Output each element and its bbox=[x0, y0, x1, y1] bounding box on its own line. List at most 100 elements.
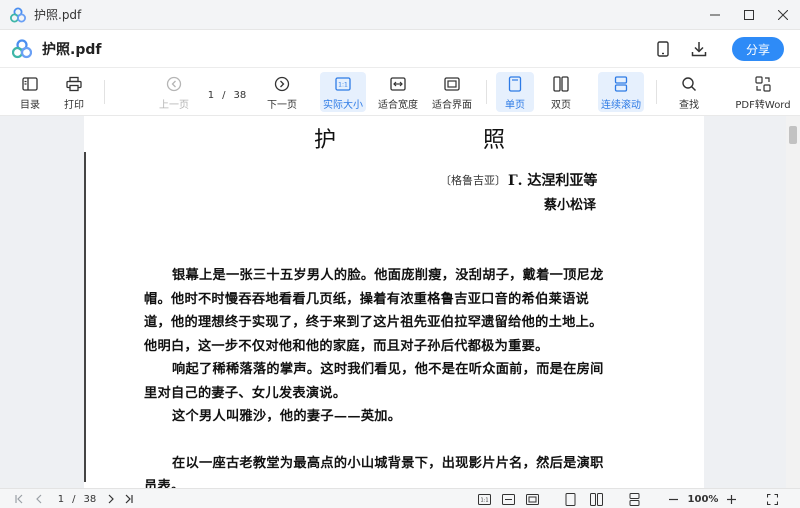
fit-page-button[interactable]: 适合界面 bbox=[430, 72, 474, 112]
chevron-right-circle-icon bbox=[274, 76, 290, 92]
zoom-in-button[interactable] bbox=[724, 489, 738, 508]
find-button[interactable]: 查找 bbox=[672, 72, 706, 112]
last-page-icon bbox=[125, 494, 133, 504]
chevron-right-icon bbox=[108, 494, 114, 504]
document-body: 银幕上是一张三十五岁男人的脸。他面庞削瘦，没刮胡子，戴着一顶尼龙帽。他时不时慢吞… bbox=[144, 264, 612, 488]
toolbar: 目录 打印 上一页 1 / 38 下一页 1:1 实际大小 适合宽度 适合界面 … bbox=[0, 68, 800, 116]
fit-width-label: 适合宽度 bbox=[378, 100, 418, 111]
continuous-scroll-icon bbox=[629, 492, 639, 506]
zoom-level[interactable]: 100% bbox=[684, 489, 722, 508]
single-page-button[interactable]: 单页 bbox=[496, 72, 534, 112]
fit-page-icon bbox=[444, 77, 460, 91]
fullscreen-icon bbox=[766, 493, 778, 505]
window-title: 护照.pdf bbox=[34, 8, 82, 22]
print-button[interactable]: 打印 bbox=[58, 72, 90, 112]
maximize-icon bbox=[744, 10, 754, 20]
toolbar-divider bbox=[104, 80, 105, 104]
paragraph: 响起了稀稀落落的掌声。这时我们看见，他不是在听众面前，而是在房间里对自己的妻子、… bbox=[144, 362, 604, 401]
total-pages: 38 bbox=[233, 89, 247, 101]
double-page-label: 双页 bbox=[551, 100, 571, 111]
paragraph: 在以一座古老教堂为最高点的小山城背景下，出现影片片名，然后是演职员表。 bbox=[144, 455, 604, 489]
continuous-scroll-small-button[interactable] bbox=[626, 489, 642, 508]
app-logo-icon bbox=[12, 38, 32, 58]
actual-size-icon: 1:1 bbox=[335, 77, 351, 91]
chevron-left-circle-icon bbox=[166, 76, 182, 92]
phone-icon bbox=[657, 41, 669, 57]
fit-page-icon bbox=[525, 493, 539, 505]
paragraph: 这个男人叫雅沙，他的妻子——英加。 bbox=[172, 409, 402, 424]
toc-label: 目录 bbox=[20, 100, 40, 111]
fullscreen-button[interactable] bbox=[764, 489, 780, 508]
fit-page-label: 适合界面 bbox=[432, 100, 472, 111]
author-name: Г. 达涅利亚等 bbox=[508, 173, 598, 189]
translator: 蔡小松译 bbox=[544, 198, 597, 213]
first-page-icon bbox=[15, 494, 23, 504]
current-page: 1 bbox=[207, 89, 215, 101]
page-number-input[interactable]: 1 / 38 bbox=[196, 86, 258, 104]
maximize-button[interactable] bbox=[732, 0, 766, 30]
mobile-view-button[interactable] bbox=[648, 34, 678, 64]
current-page: 1 bbox=[57, 493, 65, 505]
fit-width-icon bbox=[501, 493, 515, 505]
svg-text:1:1: 1:1 bbox=[338, 82, 348, 89]
download-button[interactable] bbox=[684, 34, 714, 64]
chevron-left-icon bbox=[36, 494, 42, 504]
actual-size-small-button[interactable]: 1:1 bbox=[476, 489, 492, 508]
prev-page-label: 上一页 bbox=[159, 100, 189, 111]
pdf-to-word-button[interactable]: PDF转Word bbox=[735, 72, 791, 112]
search-icon bbox=[682, 77, 697, 92]
first-page-button[interactable] bbox=[12, 489, 26, 508]
toc-icon bbox=[22, 77, 38, 91]
close-icon bbox=[778, 10, 788, 20]
vertical-scrollbar[interactable] bbox=[786, 116, 800, 488]
double-page-button[interactable]: 双页 bbox=[542, 72, 580, 112]
prev-page-button[interactable]: 上一页 bbox=[154, 72, 194, 112]
status-bar: 1 / 38 1:1 100% bbox=[0, 488, 800, 508]
total-pages: 38 bbox=[83, 493, 97, 505]
minus-icon bbox=[668, 498, 678, 500]
next-page-small-button[interactable] bbox=[104, 489, 118, 508]
document-viewer[interactable]: 护 照 〔格鲁吉亚〕 Г. 达涅利亚等 蔡小松译 银幕上是一张三十五岁男人的脸。… bbox=[0, 116, 800, 488]
single-page-small-button[interactable] bbox=[562, 489, 578, 508]
single-page-icon bbox=[508, 76, 522, 92]
plus-icon bbox=[726, 494, 736, 504]
print-label: 打印 bbox=[64, 100, 84, 111]
next-page-label: 下一页 bbox=[267, 100, 297, 111]
continuous-scroll-button[interactable]: 连续滚动 bbox=[598, 72, 644, 112]
minimize-button[interactable] bbox=[698, 0, 732, 30]
last-page-button[interactable] bbox=[122, 489, 136, 508]
double-page-icon bbox=[589, 492, 603, 506]
paragraph: 银幕上是一张三十五岁男人的脸。他面庞削瘦，没刮胡子，戴着一顶尼龙帽。他时不时慢吞… bbox=[144, 268, 604, 354]
minimize-icon bbox=[710, 14, 720, 16]
page-separator: / bbox=[222, 89, 226, 101]
document-title: 护 照 bbox=[314, 128, 575, 153]
document-header: 护照.pdf 分享 bbox=[0, 30, 800, 68]
close-button[interactable] bbox=[766, 0, 800, 30]
next-page-button[interactable]: 下一页 bbox=[262, 72, 302, 112]
fit-width-small-button[interactable] bbox=[500, 489, 516, 508]
title-bar: 护照.pdf bbox=[0, 0, 800, 30]
fit-width-button[interactable]: 适合宽度 bbox=[376, 72, 420, 112]
fit-page-small-button[interactable] bbox=[524, 489, 540, 508]
single-page-label: 单页 bbox=[505, 100, 525, 111]
svg-text:1:1: 1:1 bbox=[480, 497, 488, 503]
single-page-icon bbox=[565, 492, 575, 506]
prev-page-small-button[interactable] bbox=[32, 489, 46, 508]
page-indicator[interactable]: 1 / 38 bbox=[52, 489, 102, 508]
scan-edge bbox=[84, 152, 86, 482]
scrollbar-thumb[interactable] bbox=[789, 126, 797, 144]
double-page-small-button[interactable] bbox=[588, 489, 604, 508]
zoom-out-button[interactable] bbox=[666, 489, 680, 508]
printer-icon bbox=[66, 76, 82, 92]
share-button[interactable]: 分享 bbox=[732, 37, 784, 61]
toc-button[interactable]: 目录 bbox=[14, 72, 46, 112]
convert-icon bbox=[755, 76, 771, 92]
continuous-scroll-icon bbox=[614, 76, 628, 92]
find-label: 查找 bbox=[679, 100, 699, 111]
actual-size-button[interactable]: 1:1 实际大小 bbox=[320, 72, 366, 112]
actual-size-icon: 1:1 bbox=[477, 493, 491, 505]
app-logo-icon bbox=[10, 7, 26, 22]
page-separator: / bbox=[72, 493, 76, 505]
actual-size-label: 实际大小 bbox=[323, 100, 363, 111]
pdf-page: 护 照 〔格鲁吉亚〕 Г. 达涅利亚等 蔡小松译 银幕上是一张三十五岁男人的脸。… bbox=[84, 116, 704, 488]
